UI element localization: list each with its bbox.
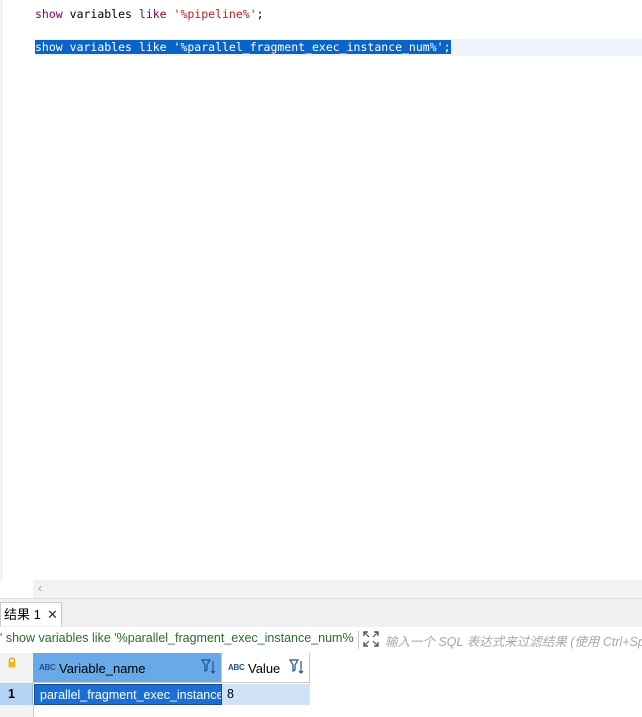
- filter-bar: ' show variables like '%parallel_fragmen…: [0, 627, 642, 654]
- column-header-value[interactable]: ABC Value: [222, 653, 310, 683]
- sql-editor[interactable]: show variables like '%pipeline%'; show v…: [0, 0, 642, 580]
- chevron-left-icon[interactable]: ‹: [38, 581, 42, 595]
- query-text: ' show variables like '%parallel_fragmen…: [0, 631, 354, 645]
- column-header-variable-name[interactable]: ABC Variable_name: [33, 653, 222, 683]
- keyword: like: [138, 7, 167, 21]
- tab-results-1[interactable]: 结果 1 ✕: [0, 602, 62, 626]
- code-line-2-selected[interactable]: show variables like '%parallel_fragment_…: [35, 39, 451, 55]
- table-cell-value[interactable]: 8: [222, 684, 310, 705]
- keyword: like: [138, 40, 167, 54]
- horizontal-scrollbar[interactable]: ‹: [33, 580, 642, 598]
- close-icon[interactable]: ✕: [47, 603, 58, 627]
- tab-label: 结果 1: [4, 607, 41, 622]
- semicolon: ;: [443, 40, 451, 54]
- type-badge: ABC: [39, 663, 56, 672]
- filter-sort-icon[interactable]: [201, 658, 217, 676]
- grid-corner[interactable]: [0, 653, 34, 684]
- filter-input[interactable]: 输入一个 SQL 表达式来过滤结果 (使用 Ctrl+Spa: [385, 631, 642, 650]
- identifier: variables: [69, 40, 132, 54]
- results-grid: ABC Variable_name ABC Value 1 parallel_f…: [0, 653, 642, 717]
- identifier: variables: [69, 7, 132, 21]
- string-literal: '%parallel_fragment_exec_instance_num%': [173, 40, 444, 54]
- column-label: Value: [248, 661, 281, 676]
- filter-sort-icon[interactable]: [289, 658, 305, 676]
- divider: [358, 631, 359, 649]
- keyword: show: [35, 40, 63, 54]
- table-cell-variable-name[interactable]: parallel_fragment_exec_instance_num: [34, 684, 222, 705]
- divider: [33, 705, 34, 717]
- string-literal: '%pipeline%': [173, 7, 257, 21]
- row-number[interactable]: 1: [0, 684, 33, 705]
- editor-gutter: [0, 0, 3, 580]
- lock-icon: [8, 657, 16, 668]
- type-badge: ABC: [228, 663, 245, 672]
- keyword: show: [35, 7, 63, 21]
- expand-icon[interactable]: [363, 631, 379, 647]
- column-label: Variable_name: [59, 661, 146, 676]
- results-tab-bar: 结果 1 ✕: [0, 598, 642, 627]
- row-number-empty: [0, 705, 34, 717]
- code-line-1[interactable]: show variables like '%pipeline%';: [35, 6, 264, 22]
- semicolon: ;: [256, 7, 264, 21]
